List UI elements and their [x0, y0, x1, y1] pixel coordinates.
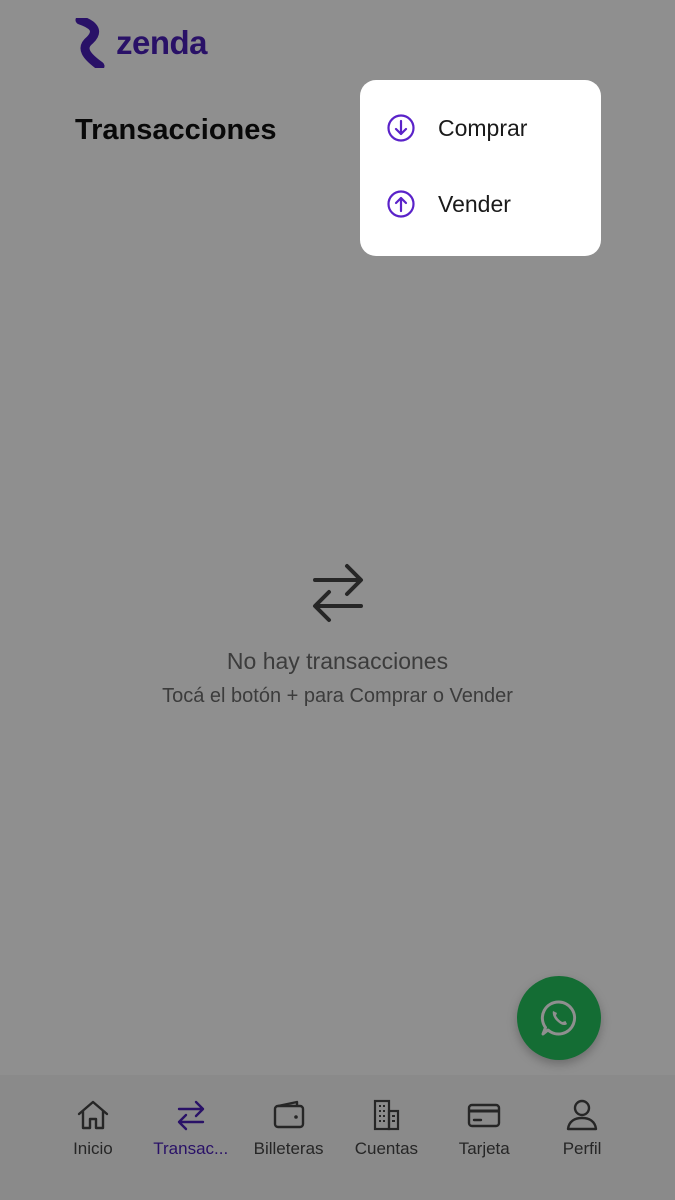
menu-item-vender[interactable]: Vender — [360, 166, 601, 242]
action-menu: Comprar Vender — [360, 80, 601, 256]
arrow-down-circle-icon — [387, 114, 415, 142]
arrow-up-circle-icon — [387, 190, 415, 218]
menu-item-label: Comprar — [438, 114, 528, 141]
menu-item-label: Vender — [438, 190, 511, 217]
menu-item-comprar[interactable]: Comprar — [360, 90, 601, 166]
